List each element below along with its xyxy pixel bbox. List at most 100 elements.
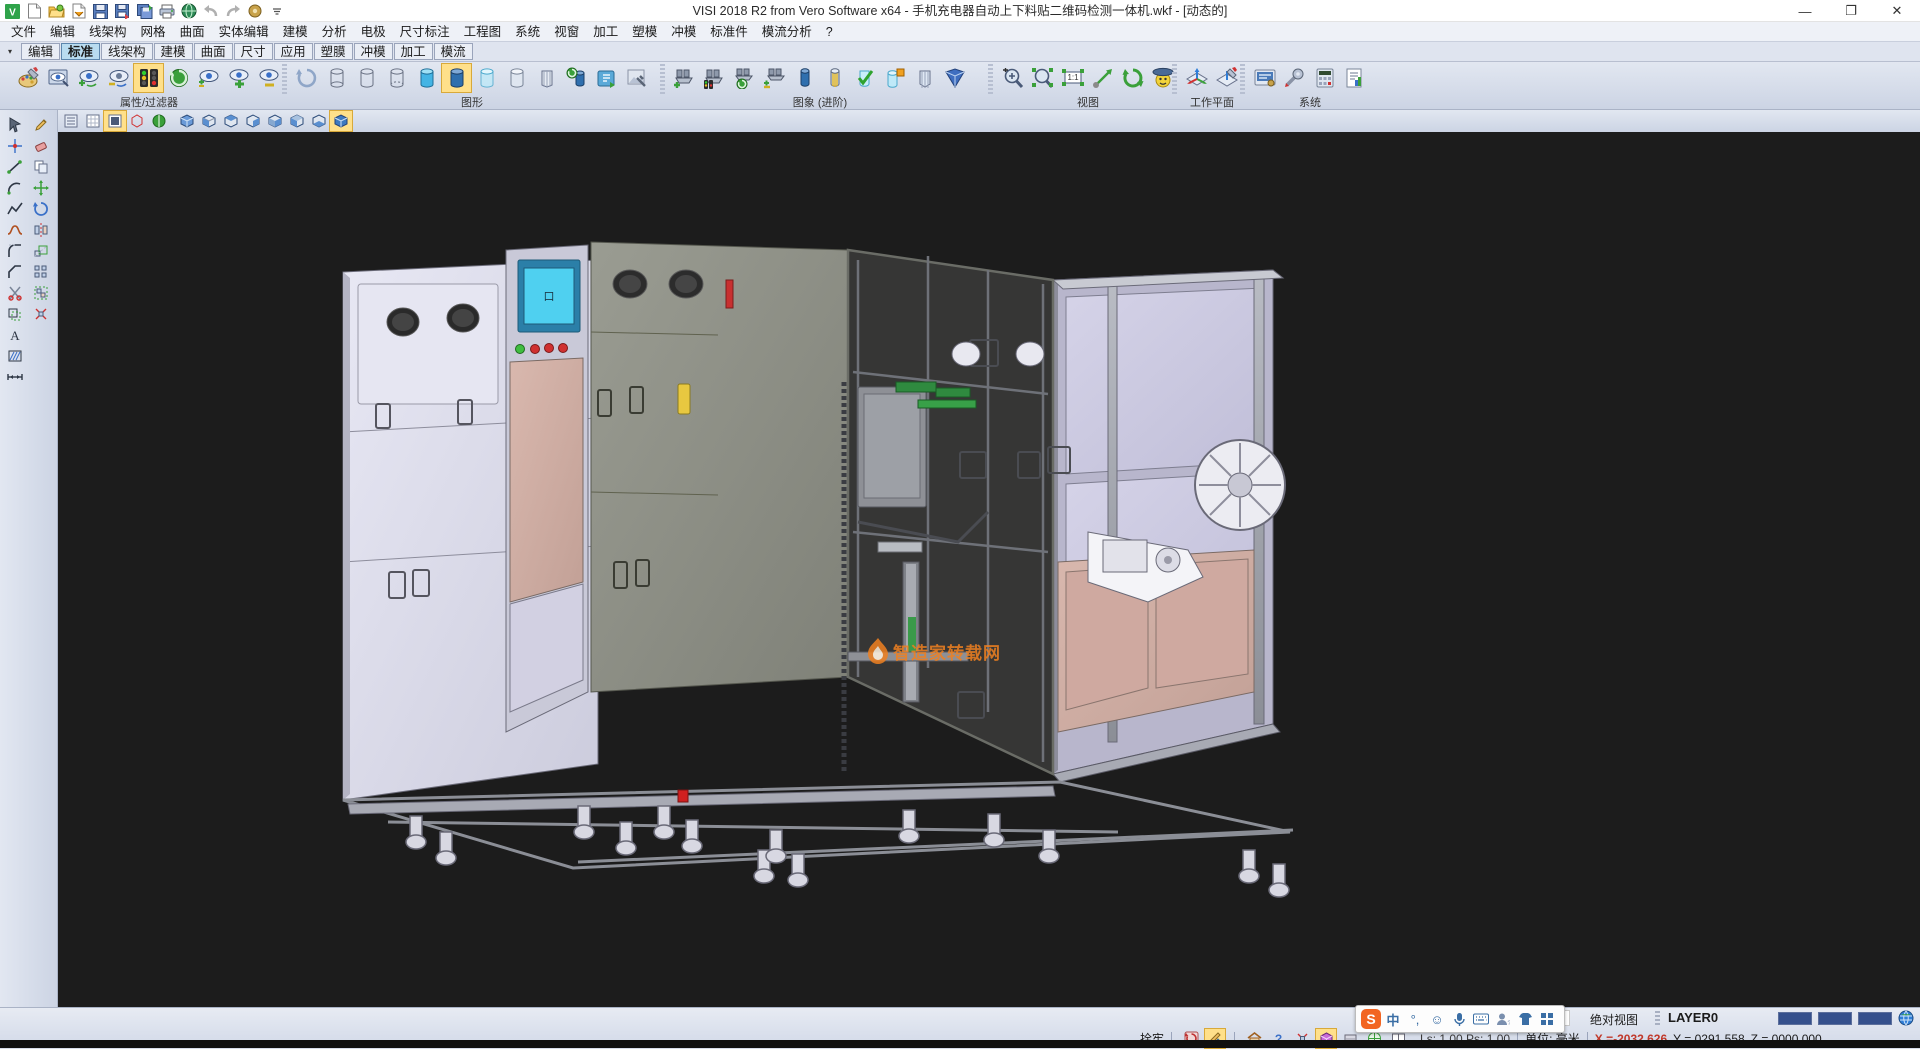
maximize-button[interactable]: ❐ <box>1828 0 1874 22</box>
save-as-icon[interactable] <box>112 1 133 21</box>
flat-shade-icon[interactable] <box>502 64 531 92</box>
show-plus-icon[interactable] <box>224 64 253 92</box>
line-icon[interactable] <box>2 156 28 177</box>
tab-flow[interactable]: 模流 <box>434 43 473 60</box>
polyline-icon[interactable] <box>2 198 28 219</box>
pencil-icon[interactable] <box>28 114 54 135</box>
view-iso-icon[interactable] <box>176 111 198 131</box>
color-palette-icon[interactable] <box>14 64 43 92</box>
hide-entity-icon[interactable] <box>104 64 133 92</box>
zoom-window-icon[interactable] <box>1028 64 1057 92</box>
open-file-icon[interactable] <box>46 1 67 21</box>
menu-item-wireframe[interactable]: 线架构 <box>82 22 134 42</box>
explode-icon[interactable] <box>28 303 54 324</box>
transparent-shade-icon[interactable] <box>472 64 501 92</box>
menu-item-mould[interactable]: 塑模 <box>625 22 664 42</box>
hidden-line-dashed-icon[interactable] <box>382 64 411 92</box>
ime-user-icon[interactable]: ? <box>1492 1008 1514 1030</box>
layer-label[interactable]: LAYER0 <box>1668 1010 1718 1025</box>
cad-viewport[interactable]: 口 <box>58 132 1920 1007</box>
ime-apps-icon[interactable] <box>1536 1008 1558 1030</box>
menu-item-mesh[interactable]: 网格 <box>134 22 173 42</box>
new-file-icon[interactable] <box>24 1 45 21</box>
highlight-face-icon[interactable] <box>880 64 909 92</box>
color-swatch-2[interactable] <box>1818 1012 1852 1025</box>
trim-icon[interactable] <box>2 282 28 303</box>
calculator-icon[interactable] <box>1310 64 1339 92</box>
view-wire-icon[interactable] <box>126 111 148 131</box>
tab-surface[interactable]: 曲面 <box>194 43 233 60</box>
shaded-edges-icon[interactable] <box>412 64 441 92</box>
gem-shade-icon[interactable] <box>940 64 969 92</box>
menu-item-modeling[interactable]: 建模 <box>276 22 315 42</box>
check-display-icon[interactable] <box>850 64 879 92</box>
view-back-icon[interactable] <box>264 111 286 131</box>
sogou-logo-icon[interactable]: S <box>1360 1008 1382 1030</box>
wireframe-icon[interactable] <box>322 64 351 92</box>
fillet-icon[interactable] <box>2 240 28 261</box>
menu-item-analysis[interactable]: 分析 <box>315 22 354 42</box>
menu-item-flow-analysis[interactable]: 模流分析 <box>755 22 819 42</box>
regenerate-icon[interactable] <box>292 64 321 92</box>
erase-icon[interactable] <box>28 135 54 156</box>
menu-item-window[interactable]: 视窗 <box>547 22 586 42</box>
tab-modeling[interactable]: 建模 <box>154 43 193 60</box>
menu-item-machining[interactable]: 加工 <box>586 22 625 42</box>
solid-display-icon[interactable] <box>790 64 819 92</box>
spline-icon[interactable] <box>2 219 28 240</box>
rotate-view-icon[interactable] <box>1118 64 1147 92</box>
tab-edit[interactable]: 编辑 <box>21 43 60 60</box>
rotate-icon[interactable] <box>28 198 54 219</box>
overflow-chevron-icon[interactable] <box>266 1 287 21</box>
section-cut-icon[interactable] <box>910 64 939 92</box>
globe-icon[interactable] <box>1898 1010 1914 1026</box>
hatch-icon[interactable] <box>2 345 28 366</box>
system-config-icon[interactable] <box>1250 64 1279 92</box>
tab-machining[interactable]: 加工 <box>394 43 433 60</box>
import-file-icon[interactable] <box>68 1 89 21</box>
toggle-blank-icon[interactable] <box>760 64 789 92</box>
hide-minus-icon[interactable] <box>254 64 283 92</box>
text-icon[interactable]: A <box>2 324 28 345</box>
menu-item-dimension[interactable]: 尺寸标注 <box>393 22 457 42</box>
ime-skin-icon[interactable] <box>1514 1008 1536 1030</box>
traffic-light-filter-icon[interactable] <box>134 64 163 92</box>
menu-item-file[interactable]: 文件 <box>4 22 43 42</box>
tab-dimension[interactable]: 尺寸 <box>234 43 273 60</box>
system-report-icon[interactable] <box>1340 64 1369 92</box>
menu-item-help[interactable]: ? <box>819 22 840 42</box>
menu-item-system[interactable]: 系统 <box>508 22 547 42</box>
chamfer-icon[interactable] <box>2 261 28 282</box>
ime-mode-label[interactable]: 中 <box>1382 1008 1404 1030</box>
section-view-icon[interactable] <box>532 64 561 92</box>
color-swatch-3[interactable] <box>1858 1012 1892 1025</box>
ime-emoji-icon[interactable]: ☺ <box>1426 1008 1448 1030</box>
hidden-line-icon[interactable] <box>352 64 381 92</box>
undo-icon[interactable] <box>200 1 221 21</box>
mirror-icon[interactable] <box>28 219 54 240</box>
view-mode-label[interactable]: 绝对视图 <box>1590 1011 1638 1028</box>
menu-item-surface[interactable]: 曲面 <box>173 22 212 42</box>
workplane-define-icon[interactable] <box>1212 64 1241 92</box>
recolor-icon[interactable] <box>730 64 759 92</box>
workplane-axis-icon[interactable] <box>1182 64 1211 92</box>
system-tools-icon[interactable] <box>1280 64 1309 92</box>
move-icon[interactable] <box>28 177 54 198</box>
render-settings-icon[interactable] <box>622 64 651 92</box>
scale-icon[interactable] <box>28 240 54 261</box>
zoom-one-to-one-icon[interactable]: 1:1 <box>1058 64 1087 92</box>
view-bottom-icon[interactable] <box>308 111 330 131</box>
point-icon[interactable] <box>2 135 28 156</box>
toggle-visibility-icon[interactable] <box>194 64 223 92</box>
save-icon[interactable] <box>90 1 111 21</box>
arc-icon[interactable] <box>2 177 28 198</box>
ime-keyboard-icon[interactable] <box>1470 1008 1492 1030</box>
view-list-icon[interactable] <box>60 111 82 131</box>
tab-die[interactable]: 冲模 <box>354 43 393 60</box>
app-logo-icon[interactable]: V <box>2 1 23 21</box>
view-shade-icon[interactable] <box>104 111 126 131</box>
zoom-in-icon[interactable] <box>998 64 1027 92</box>
array-icon[interactable] <box>28 261 54 282</box>
render-update-icon[interactable] <box>562 64 591 92</box>
view-right-icon[interactable] <box>242 111 264 131</box>
